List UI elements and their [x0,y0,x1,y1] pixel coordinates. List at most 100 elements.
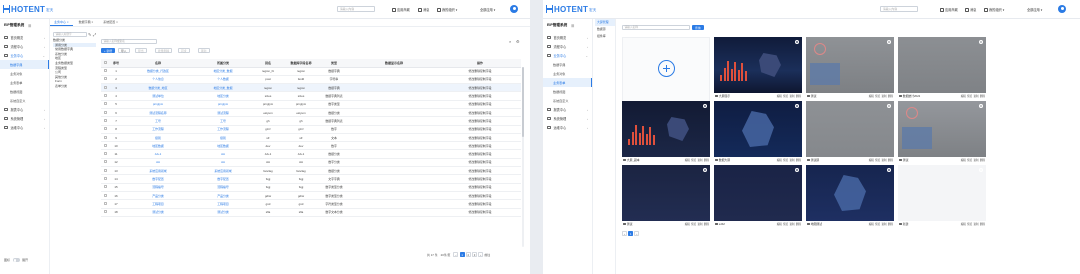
preview-link[interactable]: 预览 [967,159,972,162]
table-cell[interactable]: 工程项目 [193,199,253,209]
dashboard-search-input[interactable]: 请输入名称 [622,25,690,30]
expand-icon[interactable]: ⤢ [93,32,96,37]
global-search-input[interactable]: 请输入内容 [337,6,375,12]
table-cell[interactable]: 工程项目 [123,199,193,209]
copy-field-link[interactable]: 复制字段 [480,69,492,73]
copy-field-link[interactable]: 复制字段 [480,177,492,181]
edit-link[interactable]: 编辑 [961,159,966,162]
table-cell[interactable]: AA [193,149,253,159]
logo[interactable]: HOTENT 宏天 [3,5,54,14]
table-row[interactable]: 4 测试单位 地区分类 sizes sizes 数据字典列表 修改删除复制字段 [101,91,521,101]
table-cell[interactable]: 系统应用领域 [123,166,193,176]
app-store-button[interactable]: 应用商城 [940,7,958,12]
table-cell[interactable]: 数字配置 [193,174,253,184]
select-radio[interactable] [979,104,983,108]
table-cell[interactable]: 流程编号 [193,183,253,192]
table-row[interactable]: 6 测试流程名称 测试流程 estyum estyum 数据分类 修改删除复制字段 [101,108,521,118]
copy-field-link[interactable]: 复制字段 [480,111,492,115]
row-checkbox[interactable] [101,108,109,118]
row-checkbox[interactable] [101,75,109,85]
sidebar-subitem-data-view[interactable]: 数据视图 [543,87,592,96]
table-cell[interactable]: prnglym [123,100,193,110]
pager-page[interactable]: 1 [459,252,465,257]
dashboard-card[interactable]: sdfsf 编辑预览复制删除 [714,165,802,245]
copy-field-link[interactable]: 复制字段 [480,160,492,164]
table-search-input[interactable]: 请输入名称或别名 [101,39,157,44]
app-store-button[interactable]: 应用商城 [392,7,410,12]
edit-link[interactable]: 编辑 [685,223,690,226]
sidebar-item-ops[interactable]: 运维中心 › [0,123,49,132]
add-button[interactable]: + 新增 [101,48,116,53]
row-checkbox[interactable] [101,100,109,110]
dashboard-thumbnail[interactable] [714,165,802,221]
table-cell[interactable]: 工作流程 [123,125,193,134]
copy-link[interactable]: 复制 [697,223,702,226]
copy-field-link[interactable]: 复制字段 [480,194,492,198]
pager-page[interactable]: 3 [471,252,477,257]
table-cell[interactable]: 数据分类_地区 [123,83,193,93]
table-cell[interactable]: 级别 [123,133,193,143]
preview-link[interactable]: 预览 [783,159,788,162]
select-radio[interactable] [795,104,799,108]
sidebar-item-home[interactable]: 首页概览 › [0,33,49,42]
settings-icon[interactable]: ⚙ [516,39,520,44]
table-cell[interactable]: 地区分类 [193,91,253,101]
sidebar-toggle-switch[interactable] [13,258,20,262]
table-row[interactable]: 18 测试分类 测试分类 sfla sfla 数字文本分类 修改删除复制字段 [101,208,521,217]
table-row[interactable]: 8 工作流程 工作流程 gzrz gzrz 数字 修改删除复制字段 [101,125,521,134]
table-row[interactable]: 11 AA-1 AA AA-1 AA-1 数据分类 修改删除复制字段 [101,149,521,159]
my-org-button[interactable]: 我的组织 ▾ [437,7,457,12]
sidebar-subitem-dictionary[interactable]: 数据字典 [543,60,592,69]
preview-link[interactable]: 预览 [967,223,972,226]
copy-field-link[interactable]: 复制字段 [480,210,492,214]
dashboard-thumbnail[interactable] [622,165,710,221]
search-icon[interactable]: ⌕ [509,39,511,44]
preview-link[interactable]: 预览 [783,95,788,98]
pager-page[interactable]: 1 [628,231,634,236]
row-checkbox[interactable] [101,158,109,168]
table-cell[interactable]: AA [123,158,193,168]
pager-next-button[interactable]: › [634,231,640,236]
sync-button[interactable]: 同步 [178,48,190,53]
row-checkbox[interactable] [101,183,109,192]
import-button[interactable]: 导入 [118,48,130,53]
sidebar-subitem-dictionary[interactable]: 数据字典 [0,60,49,69]
row-checkbox[interactable] [101,208,109,217]
delete-link[interactable]: 删除 [980,223,985,226]
row-checkbox[interactable] [101,83,109,93]
batch-delete-button[interactable]: 批量删除 [155,48,173,53]
select-radio[interactable] [795,40,799,44]
row-checkbox[interactable] [101,174,109,184]
row-checkbox[interactable] [101,91,109,101]
subnav-item-components[interactable]: 组件库 [595,33,615,40]
table-cell[interactable]: AA [193,158,253,168]
scrollbar-thumb[interactable] [521,67,524,137]
sidebar-subitem-custom[interactable]: 系统自定义 [543,96,592,105]
sidebar-item-system[interactable]: 系统管理 › [0,114,49,123]
row-checkbox[interactable] [101,125,109,134]
copy-link[interactable]: 复制 [881,159,886,162]
pager-next-button[interactable]: › [478,252,484,257]
dashboard-thumbnail[interactable] [806,37,894,93]
sidebar-subitem-data-view[interactable]: 数据视图 [0,87,49,96]
delete-link[interactable]: 删除 [888,223,893,226]
table-row[interactable]: 12 AA AA AA AA 数字分类 修改删除复制字段 [101,158,521,168]
sidebar-subitem-custom[interactable]: 系统自定义 [0,96,49,105]
collapse-icon[interactable]: ☰ [571,24,574,28]
copy-field-link[interactable]: 复制字段 [480,169,492,173]
table-cell[interactable]: 数字配置 [123,174,193,184]
row-checkbox[interactable] [101,133,109,143]
table-cell[interactable]: 测试分类 [123,208,193,217]
table-cell[interactable]: 地区数据 [193,141,253,151]
sidebar-item-report[interactable]: 报表中心 › [0,105,49,114]
row-checkbox[interactable] [101,67,109,76]
table-row[interactable]: 5 prnglym prnglym prnglym prnglym 数字类型 修改删除复制字… [101,100,521,110]
pager-size-select[interactable]: 20条/页 [441,253,451,257]
sidebar-subitem-business-form[interactable]: 业务表单 [0,78,49,87]
delete-link[interactable]: 删除 [796,95,801,98]
dashboard-thumbnail[interactable] [898,165,986,221]
user-avatar[interactable] [1058,5,1066,13]
row-checkbox[interactable] [101,141,109,151]
delete-link[interactable]: 删除 [980,95,985,98]
table-cell[interactable]: 地区数据 [123,141,193,151]
